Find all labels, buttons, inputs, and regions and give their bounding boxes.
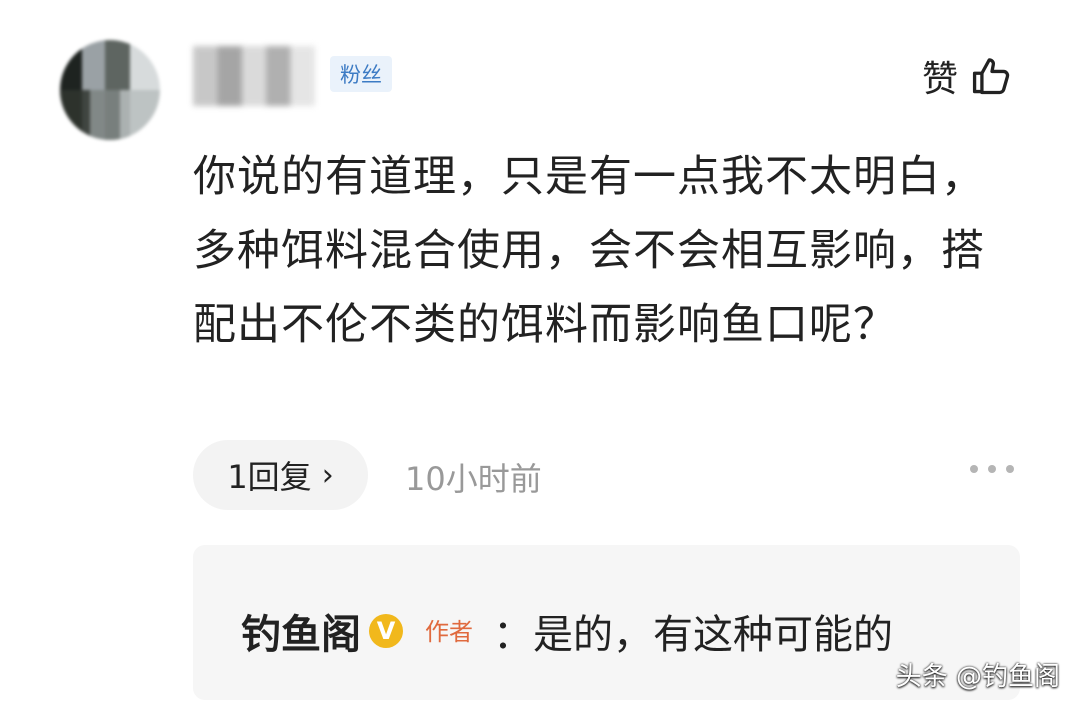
reply-count-label: 1回复 (227, 458, 312, 496)
avatar[interactable] (60, 40, 160, 140)
like-button[interactable]: 赞 (922, 50, 1014, 102)
reply-line: 钓鱼阁 V 作者 ：是的，有这种可能的 (241, 602, 893, 660)
watermark: 头条 @钓鱼阁 (895, 662, 1060, 692)
username-blurred[interactable] (193, 46, 315, 106)
comment-text: 你说的有道理，只是有一点我不太明白，多种饵料混合使用，会不会相互影响，搭配出不伦… (193, 152, 985, 350)
dot (1006, 465, 1014, 473)
thumbs-up-icon[interactable] (970, 54, 1014, 98)
comment-timestamp: 10小时前 (405, 460, 542, 498)
chevron-right-icon: › (321, 457, 334, 493)
like-label: 赞 (921, 59, 958, 100)
reply-text: ：是的，有这种可能的 (493, 612, 893, 658)
author-tag: 作者 (425, 617, 473, 646)
view-replies-button[interactable]: 1回复 › (193, 440, 368, 510)
dot (970, 465, 978, 473)
dot (988, 465, 996, 473)
fan-badge: 粉丝 (330, 56, 392, 92)
reply-author-name[interactable]: 钓鱼阁 (241, 602, 361, 660)
verified-v-icon: V (369, 614, 403, 648)
more-dots-icon[interactable] (970, 465, 1014, 473)
